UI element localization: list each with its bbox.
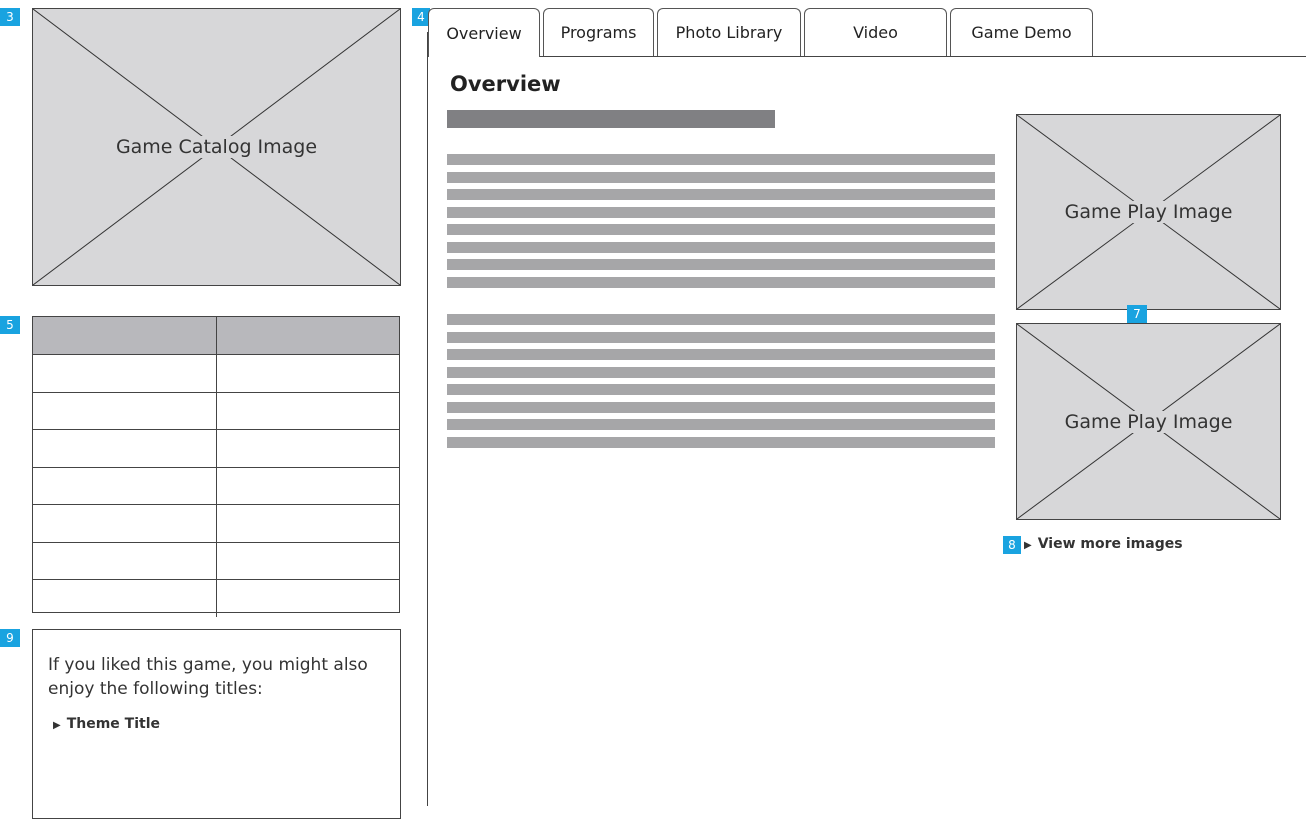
view-more-images-label: View more images: [1037, 536, 1183, 552]
text-placeholder-line: [447, 171, 995, 183]
theme-title-link[interactable]: ▶ Theme Title: [53, 716, 160, 732]
table-row: [33, 541, 400, 580]
text-placeholder-line: [447, 276, 995, 288]
tab-label: Photo Library: [675, 23, 783, 42]
text-placeholder-line: [447, 436, 995, 448]
table-cell: [215, 467, 400, 504]
text-placeholder-line: [447, 224, 995, 235]
table-cell: [215, 580, 400, 617]
annotation-badge-8: 8: [1003, 536, 1021, 554]
tab-label: Programs: [560, 23, 637, 42]
text-placeholder-line: [447, 189, 995, 200]
table-cell: [33, 468, 216, 505]
text-placeholder-line: [447, 419, 995, 430]
game-play-image-label: Game Play Image: [1056, 410, 1241, 433]
table-cell: [215, 392, 400, 429]
text-placeholder-line: [447, 401, 995, 413]
table-row: [33, 354, 399, 392]
text-placeholder-line: [447, 259, 995, 270]
column-divider: [427, 32, 428, 806]
table-cell: [215, 542, 400, 579]
game-catalog-image: Game Catalog Image: [32, 8, 401, 286]
tab-label: Overview: [446, 23, 522, 43]
caret-right-icon: ▶: [53, 720, 61, 731]
text-placeholder-line: [447, 331, 995, 343]
text-placeholder-line: [447, 349, 995, 360]
table-cell: [33, 505, 216, 542]
view-more-images-link[interactable]: ▶ View more images: [1024, 536, 1183, 552]
recommendations-text: If you liked this game, you might also e…: [48, 655, 368, 699]
text-placeholder-line: [447, 384, 995, 395]
tab-label: Video: [853, 23, 898, 42]
text-placeholder-line: [447, 241, 995, 253]
table-row: [33, 504, 399, 542]
table-row: [33, 391, 400, 430]
table-cell: [215, 430, 400, 467]
annotation-badge-9: 9: [0, 629, 20, 647]
text-placeholder-line: [447, 366, 995, 378]
overview-heading: Overview: [450, 72, 561, 96]
game-play-image-2: Game Play Image: [1016, 323, 1281, 520]
table-cell: [33, 580, 216, 617]
table-cell: [33, 543, 216, 580]
theme-title-label: Theme Title: [66, 716, 161, 732]
tab-programs[interactable]: Programs: [543, 8, 654, 56]
recommendations-box: If you liked this game, you might also e…: [32, 629, 401, 819]
tab-game-demo[interactable]: Game Demo: [950, 8, 1093, 56]
table-row: [33, 466, 400, 505]
table-cell: [215, 355, 400, 392]
tab-video[interactable]: Video: [804, 8, 947, 56]
table-cell: [33, 393, 216, 430]
game-info-table: [32, 316, 400, 617]
table-cell: [215, 505, 400, 542]
tab-overview[interactable]: Overview: [428, 8, 540, 57]
text-placeholder-line: [447, 154, 995, 165]
table-header-cell: [33, 317, 216, 354]
table-cell: [33, 430, 216, 467]
table-header-row: [33, 317, 399, 354]
table-row: [33, 579, 399, 617]
annotation-badge-5: 5: [0, 316, 20, 334]
text-placeholder-line: [447, 206, 995, 218]
game-play-image-1: Game Play Image: [1016, 114, 1281, 310]
catalog-image-label: Game Catalog Image: [107, 136, 326, 158]
annotation-badge-3: 3: [0, 8, 20, 26]
subtitle-placeholder-bar: [447, 110, 775, 128]
table-header-cell: [215, 317, 400, 354]
table-cell: [33, 355, 216, 392]
tab-strip-baseline: [428, 56, 1306, 57]
caret-right-icon: ▶: [1024, 540, 1032, 551]
text-placeholder-line: [447, 314, 995, 325]
tab-label: Game Demo: [971, 23, 1072, 42]
annotation-badge-7: 7: [1127, 305, 1147, 323]
table-row: [33, 429, 399, 467]
game-play-image-label: Game Play Image: [1056, 201, 1241, 223]
tab-photo-library[interactable]: Photo Library: [657, 8, 801, 56]
